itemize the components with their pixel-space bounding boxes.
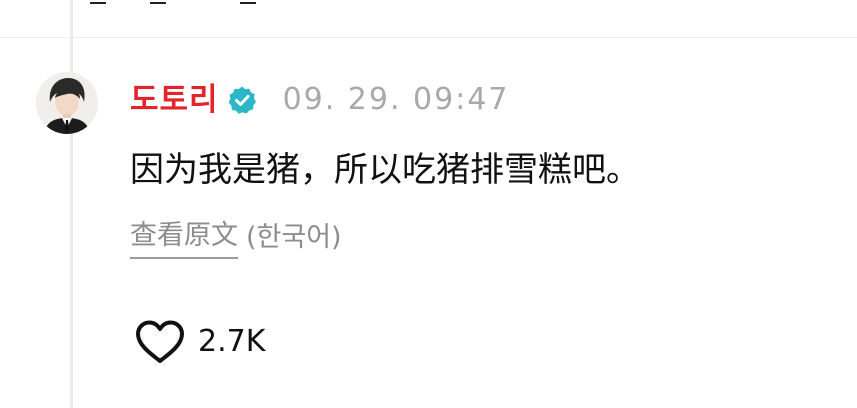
- post-header: 도토리 09. 29. 09:47: [130, 78, 510, 122]
- message-text: 因为我是猪，所以吃猪排雪糕吧。: [130, 150, 640, 190]
- avatar[interactable]: [36, 72, 98, 134]
- original-language-label: (한국어): [246, 222, 342, 253]
- heart-icon[interactable]: [134, 319, 186, 365]
- divider: [0, 37, 857, 38]
- translation-row: 查看原文 (한국어): [130, 216, 342, 260]
- previous-message-fragment: [90, 0, 830, 8]
- like-row: 2.7K: [134, 318, 265, 366]
- thread-line: [70, 0, 73, 408]
- timestamp: 09. 29. 09:47: [282, 82, 510, 117]
- like-count: 2.7K: [198, 324, 266, 359]
- view-original-link[interactable]: 查看原文: [130, 217, 238, 259]
- username[interactable]: 도토리: [130, 78, 219, 122]
- verified-badge-icon: [227, 85, 257, 115]
- avatar-image: [36, 72, 98, 134]
